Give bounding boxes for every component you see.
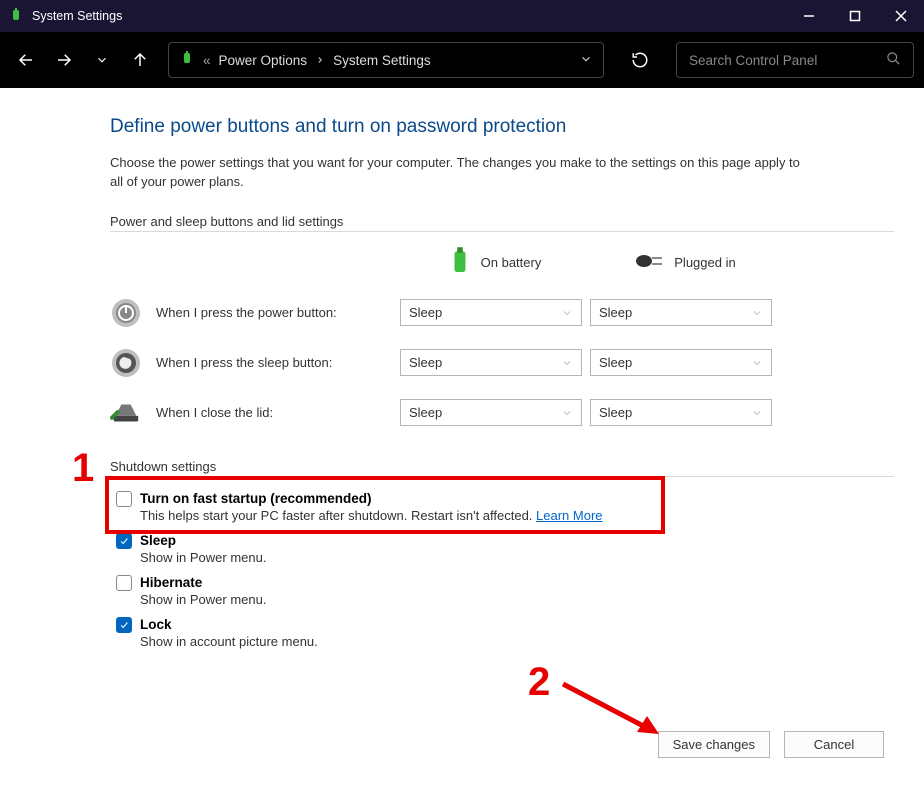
- app-icon: [8, 8, 24, 24]
- sleep-desc: Show in Power menu.: [140, 550, 894, 565]
- page-description: Choose the power settings that you want …: [110, 154, 810, 192]
- titlebar-left: System Settings: [8, 8, 122, 24]
- close-button[interactable]: [878, 0, 924, 32]
- power-table: On battery Plugged in When I press the p…: [110, 246, 894, 429]
- hibernate-row: Hibernate Show in Power menu.: [110, 575, 894, 607]
- breadcrumb-sep-icon: [315, 53, 325, 68]
- sleep-row: Sleep Show in Power menu.: [110, 533, 894, 565]
- search-icon: [886, 51, 901, 69]
- plug-col-icon: [634, 251, 664, 274]
- maximize-button[interactable]: [832, 0, 878, 32]
- nav-dropdown-button[interactable]: [86, 40, 118, 80]
- section-power-buttons-label: Power and sleep buttons and lid settings: [110, 214, 894, 232]
- annotation-number-2: 2: [528, 660, 550, 705]
- window-controls: [786, 0, 924, 32]
- column-on-battery: On battery: [400, 246, 590, 279]
- annotation-number-1: 1: [72, 446, 94, 491]
- power-icon: [110, 297, 142, 329]
- titlebar: System Settings: [0, 0, 924, 32]
- row-lid-close: When I close the lid:: [110, 397, 400, 429]
- nav-up-button[interactable]: [124, 40, 156, 80]
- refresh-button[interactable]: [618, 42, 662, 78]
- page-title: Define power buttons and turn on passwor…: [110, 116, 894, 138]
- breadcrumb-root: «: [203, 53, 211, 68]
- lock-checkbox[interactable]: [116, 617, 132, 633]
- column-plugged-in: Plugged in: [590, 251, 780, 274]
- content: Define power buttons and turn on passwor…: [0, 88, 924, 786]
- section-shutdown-label: Shutdown settings: [110, 459, 894, 477]
- toolbar: « Power Options System Settings Search C…: [0, 32, 924, 88]
- save-button[interactable]: Save changes: [658, 731, 770, 758]
- breadcrumb-power-options[interactable]: Power Options: [219, 53, 308, 68]
- lock-title: Lock: [140, 617, 172, 632]
- laptop-icon: [110, 397, 142, 429]
- sleep-checkbox[interactable]: [116, 533, 132, 549]
- window: System Settings « Power Options System S…: [0, 0, 924, 786]
- battery-icon: [179, 51, 195, 70]
- breadcrumb-system-settings[interactable]: System Settings: [333, 53, 431, 68]
- sleep-plugged-dropdown[interactable]: Sleep: [590, 349, 772, 376]
- nav-forward-button[interactable]: [48, 40, 80, 80]
- row-power-button: When I press the power button:: [110, 297, 400, 329]
- row-sleep-button: When I press the sleep button:: [110, 347, 400, 379]
- hibernate-title: Hibernate: [140, 575, 202, 590]
- window-title: System Settings: [32, 9, 122, 23]
- nav-back-button[interactable]: [10, 40, 42, 80]
- power-plugged-dropdown[interactable]: Sleep: [590, 299, 772, 326]
- address-dropdown-icon[interactable]: [579, 52, 593, 69]
- address-bar[interactable]: « Power Options System Settings: [168, 42, 604, 78]
- annotation-box-1: [105, 476, 665, 534]
- cancel-button[interactable]: Cancel: [784, 731, 884, 758]
- lid-plugged-dropdown[interactable]: Sleep: [590, 399, 772, 426]
- hibernate-desc: Show in Power menu.: [140, 592, 894, 607]
- search-input[interactable]: Search Control Panel: [676, 42, 914, 78]
- sleep-title: Sleep: [140, 533, 176, 548]
- lid-battery-dropdown[interactable]: Sleep: [400, 399, 582, 426]
- minimize-button[interactable]: [786, 0, 832, 32]
- hibernate-checkbox[interactable]: [116, 575, 132, 591]
- search-placeholder: Search Control Panel: [689, 53, 817, 68]
- sleep-battery-dropdown[interactable]: Sleep: [400, 349, 582, 376]
- battery-col-icon: [449, 246, 471, 279]
- sleep-icon: [110, 347, 142, 379]
- footer-buttons: Save changes Cancel: [658, 731, 884, 758]
- power-battery-dropdown[interactable]: Sleep: [400, 299, 582, 326]
- lock-row: Lock Show in account picture menu.: [110, 617, 894, 649]
- lock-desc: Show in account picture menu.: [140, 634, 894, 649]
